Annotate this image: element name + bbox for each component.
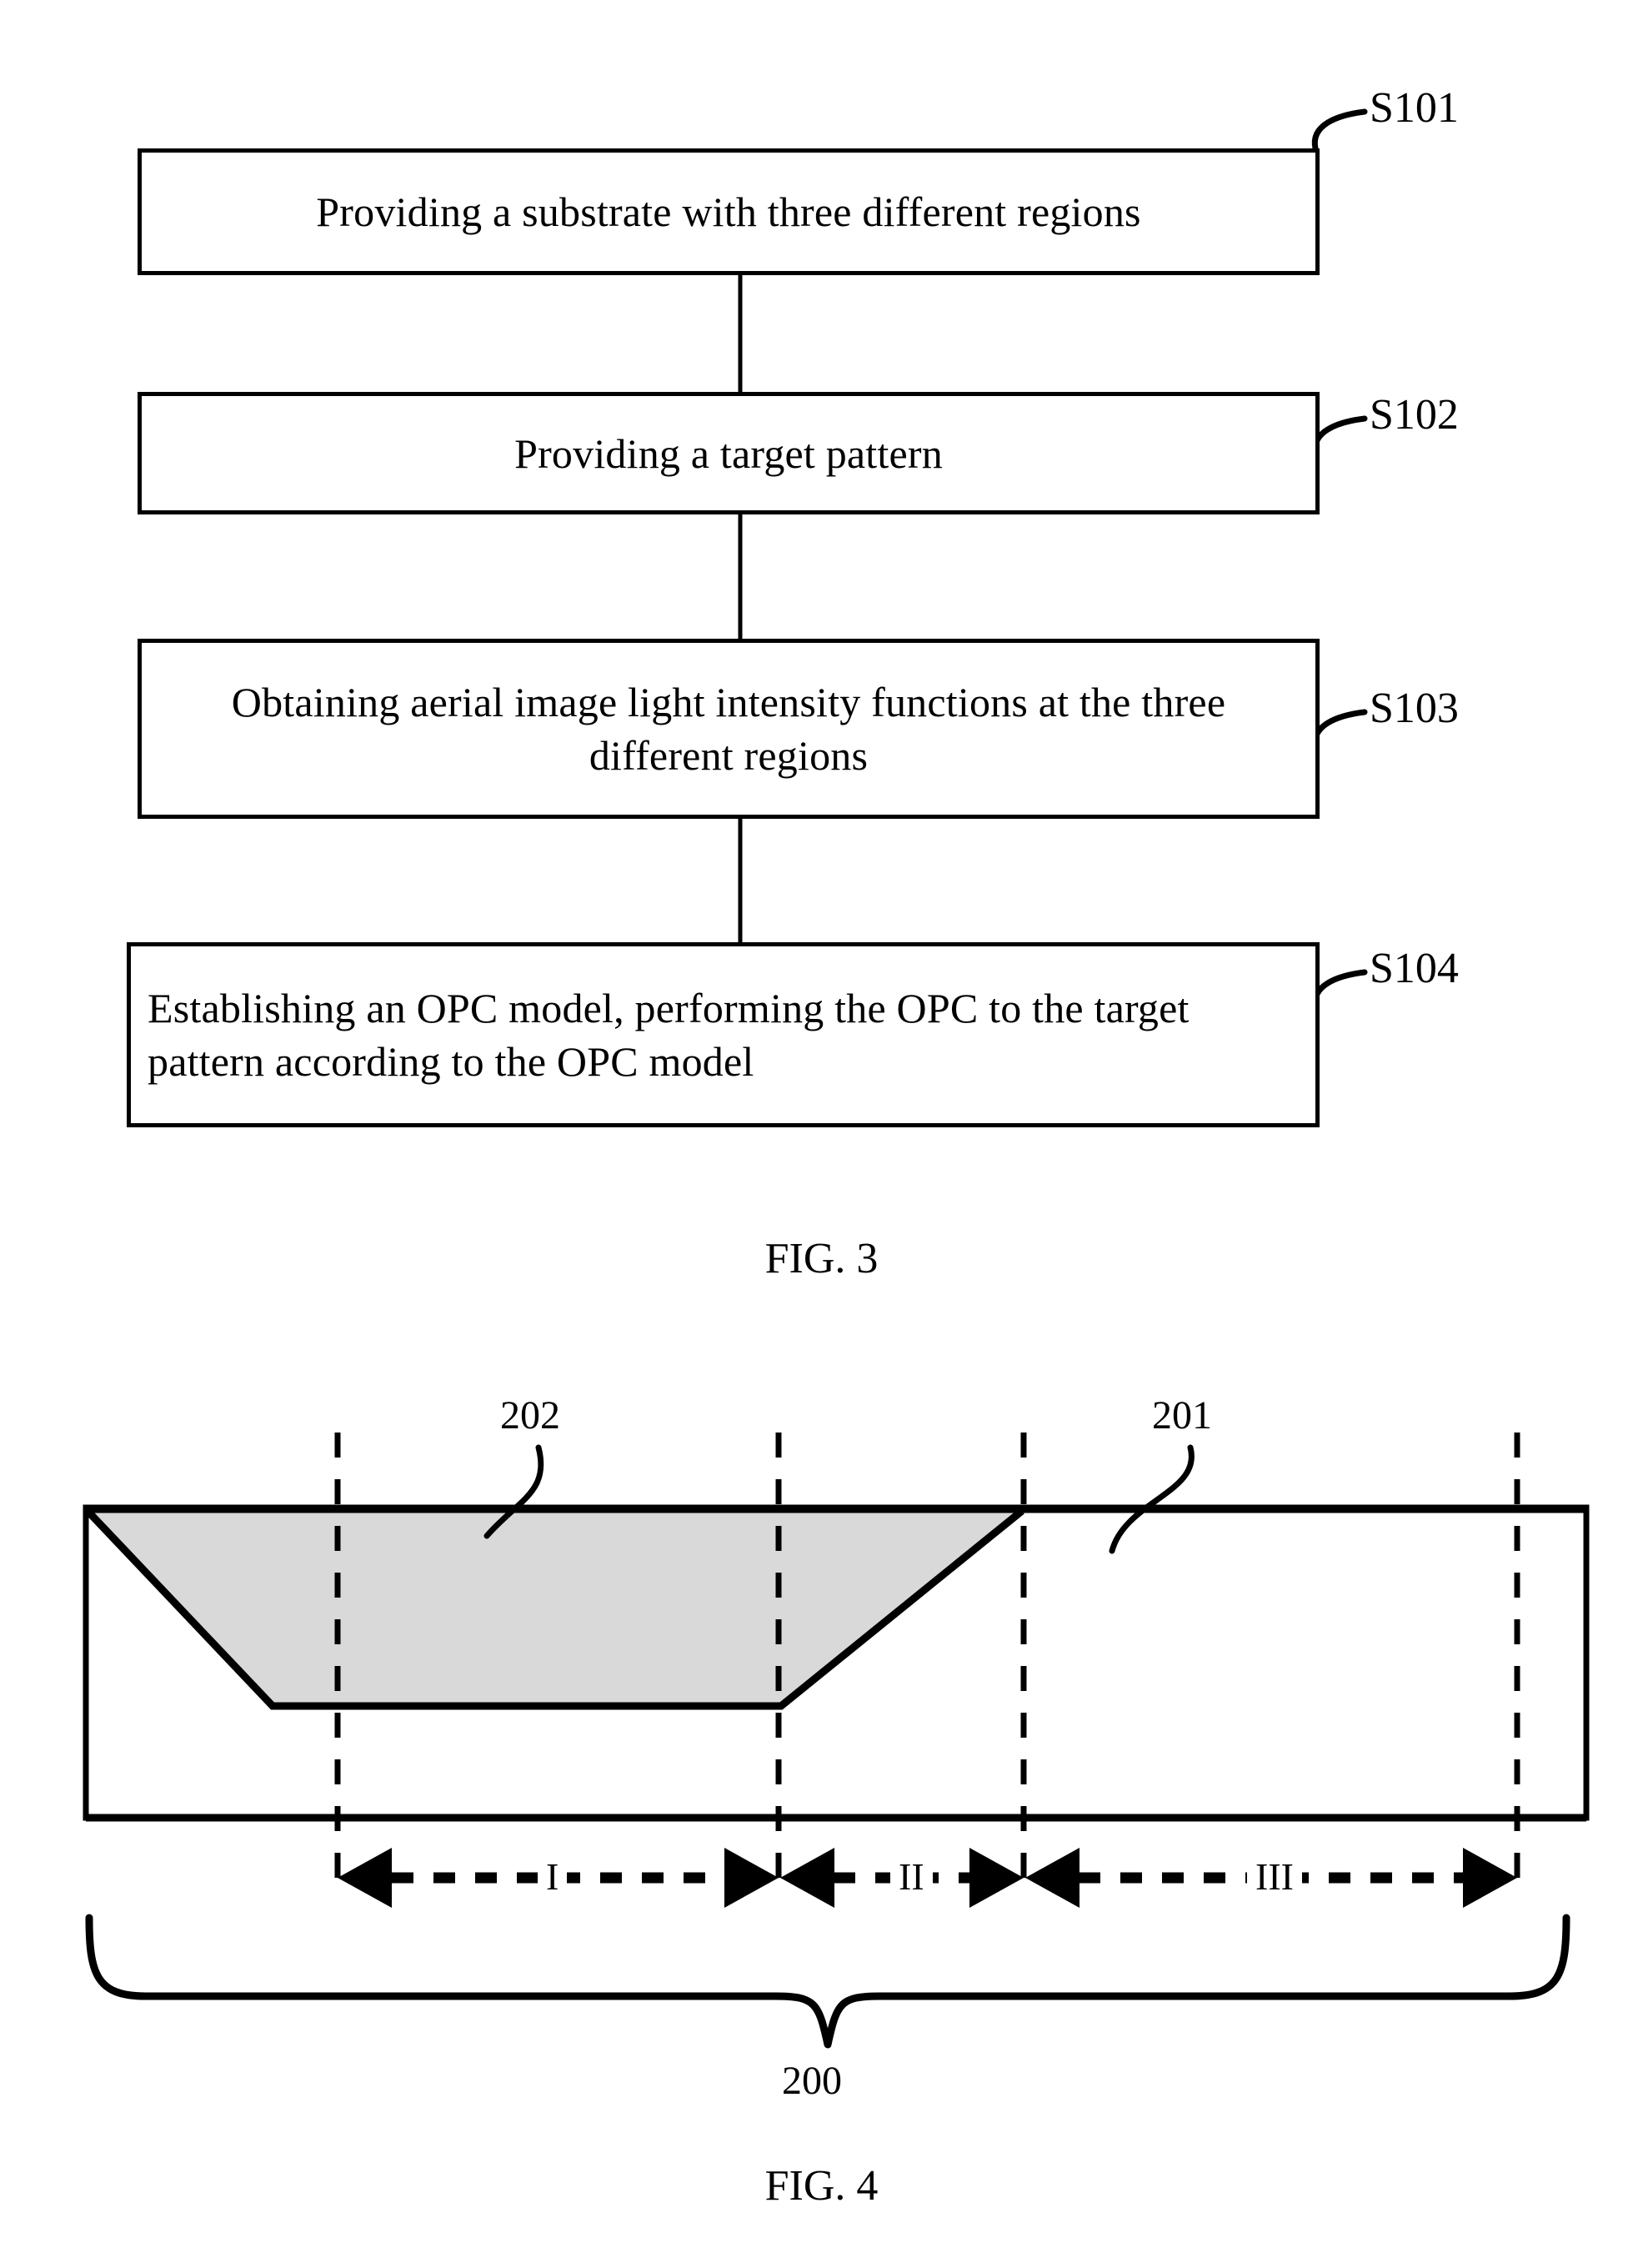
arrowhead-III-right (1463, 1848, 1517, 1908)
flow-step-text-s101: Providing a substrate with three differe… (316, 188, 1141, 235)
leader-s103 (1311, 709, 1368, 752)
region-label-II: II (890, 1858, 933, 1896)
reference-numeral-201: 201 (1152, 1393, 1212, 1438)
leader-s104 (1311, 969, 1368, 1012)
fig3-step-leaders (1311, 108, 1368, 1012)
step-label-s104: S104 (1370, 945, 1459, 992)
region-label-I: I (538, 1858, 568, 1896)
step-label-s103: S103 (1370, 685, 1459, 732)
reference-numeral-200: 200 (782, 2059, 842, 2103)
region-label-III: III (1247, 1858, 1302, 1896)
drawing-canvas (83, 108, 1590, 2049)
flow-step-box-s102[interactable]: Providing a target pattern (138, 392, 1320, 514)
fig4-structure (83, 1433, 1590, 2049)
leader-s101 (1311, 108, 1368, 152)
step-label-s101: S101 (1370, 84, 1459, 132)
flow-step-box-s103[interactable]: Obtaining aerial image light intensity f… (138, 639, 1320, 819)
figure-caption-fig3: FIG. 3 (764, 1235, 879, 1282)
leader-s102 (1311, 415, 1368, 459)
flow-step-box-s104[interactable]: Establishing an OPC model, performing th… (127, 942, 1320, 1127)
arrowhead-III-left (1025, 1848, 1079, 1908)
flow-step-text-s104: Establishing an OPC model, performing th… (148, 985, 1190, 1085)
reference-numeral-202: 202 (500, 1393, 560, 1438)
arrowhead-I-right (724, 1848, 779, 1908)
step-label-s102: S102 (1370, 391, 1459, 439)
flow-step-text-s103: Obtaining aerial image light intensity f… (231, 679, 1226, 779)
flow-step-text-s102: Providing a target pattern (514, 429, 943, 477)
flow-step-box-s101[interactable]: Providing a substrate with three differe… (138, 148, 1320, 275)
arrowhead-II-left (780, 1848, 834, 1908)
figure-caption-fig4: FIG. 4 (764, 2162, 879, 2210)
brace-200 (85, 1914, 1570, 2049)
arrowhead-I-left (338, 1848, 392, 1908)
patent-drawing-sheet: Providing a substrate with three differe… (0, 0, 1643, 2268)
arrowhead-II-right (969, 1848, 1024, 1908)
